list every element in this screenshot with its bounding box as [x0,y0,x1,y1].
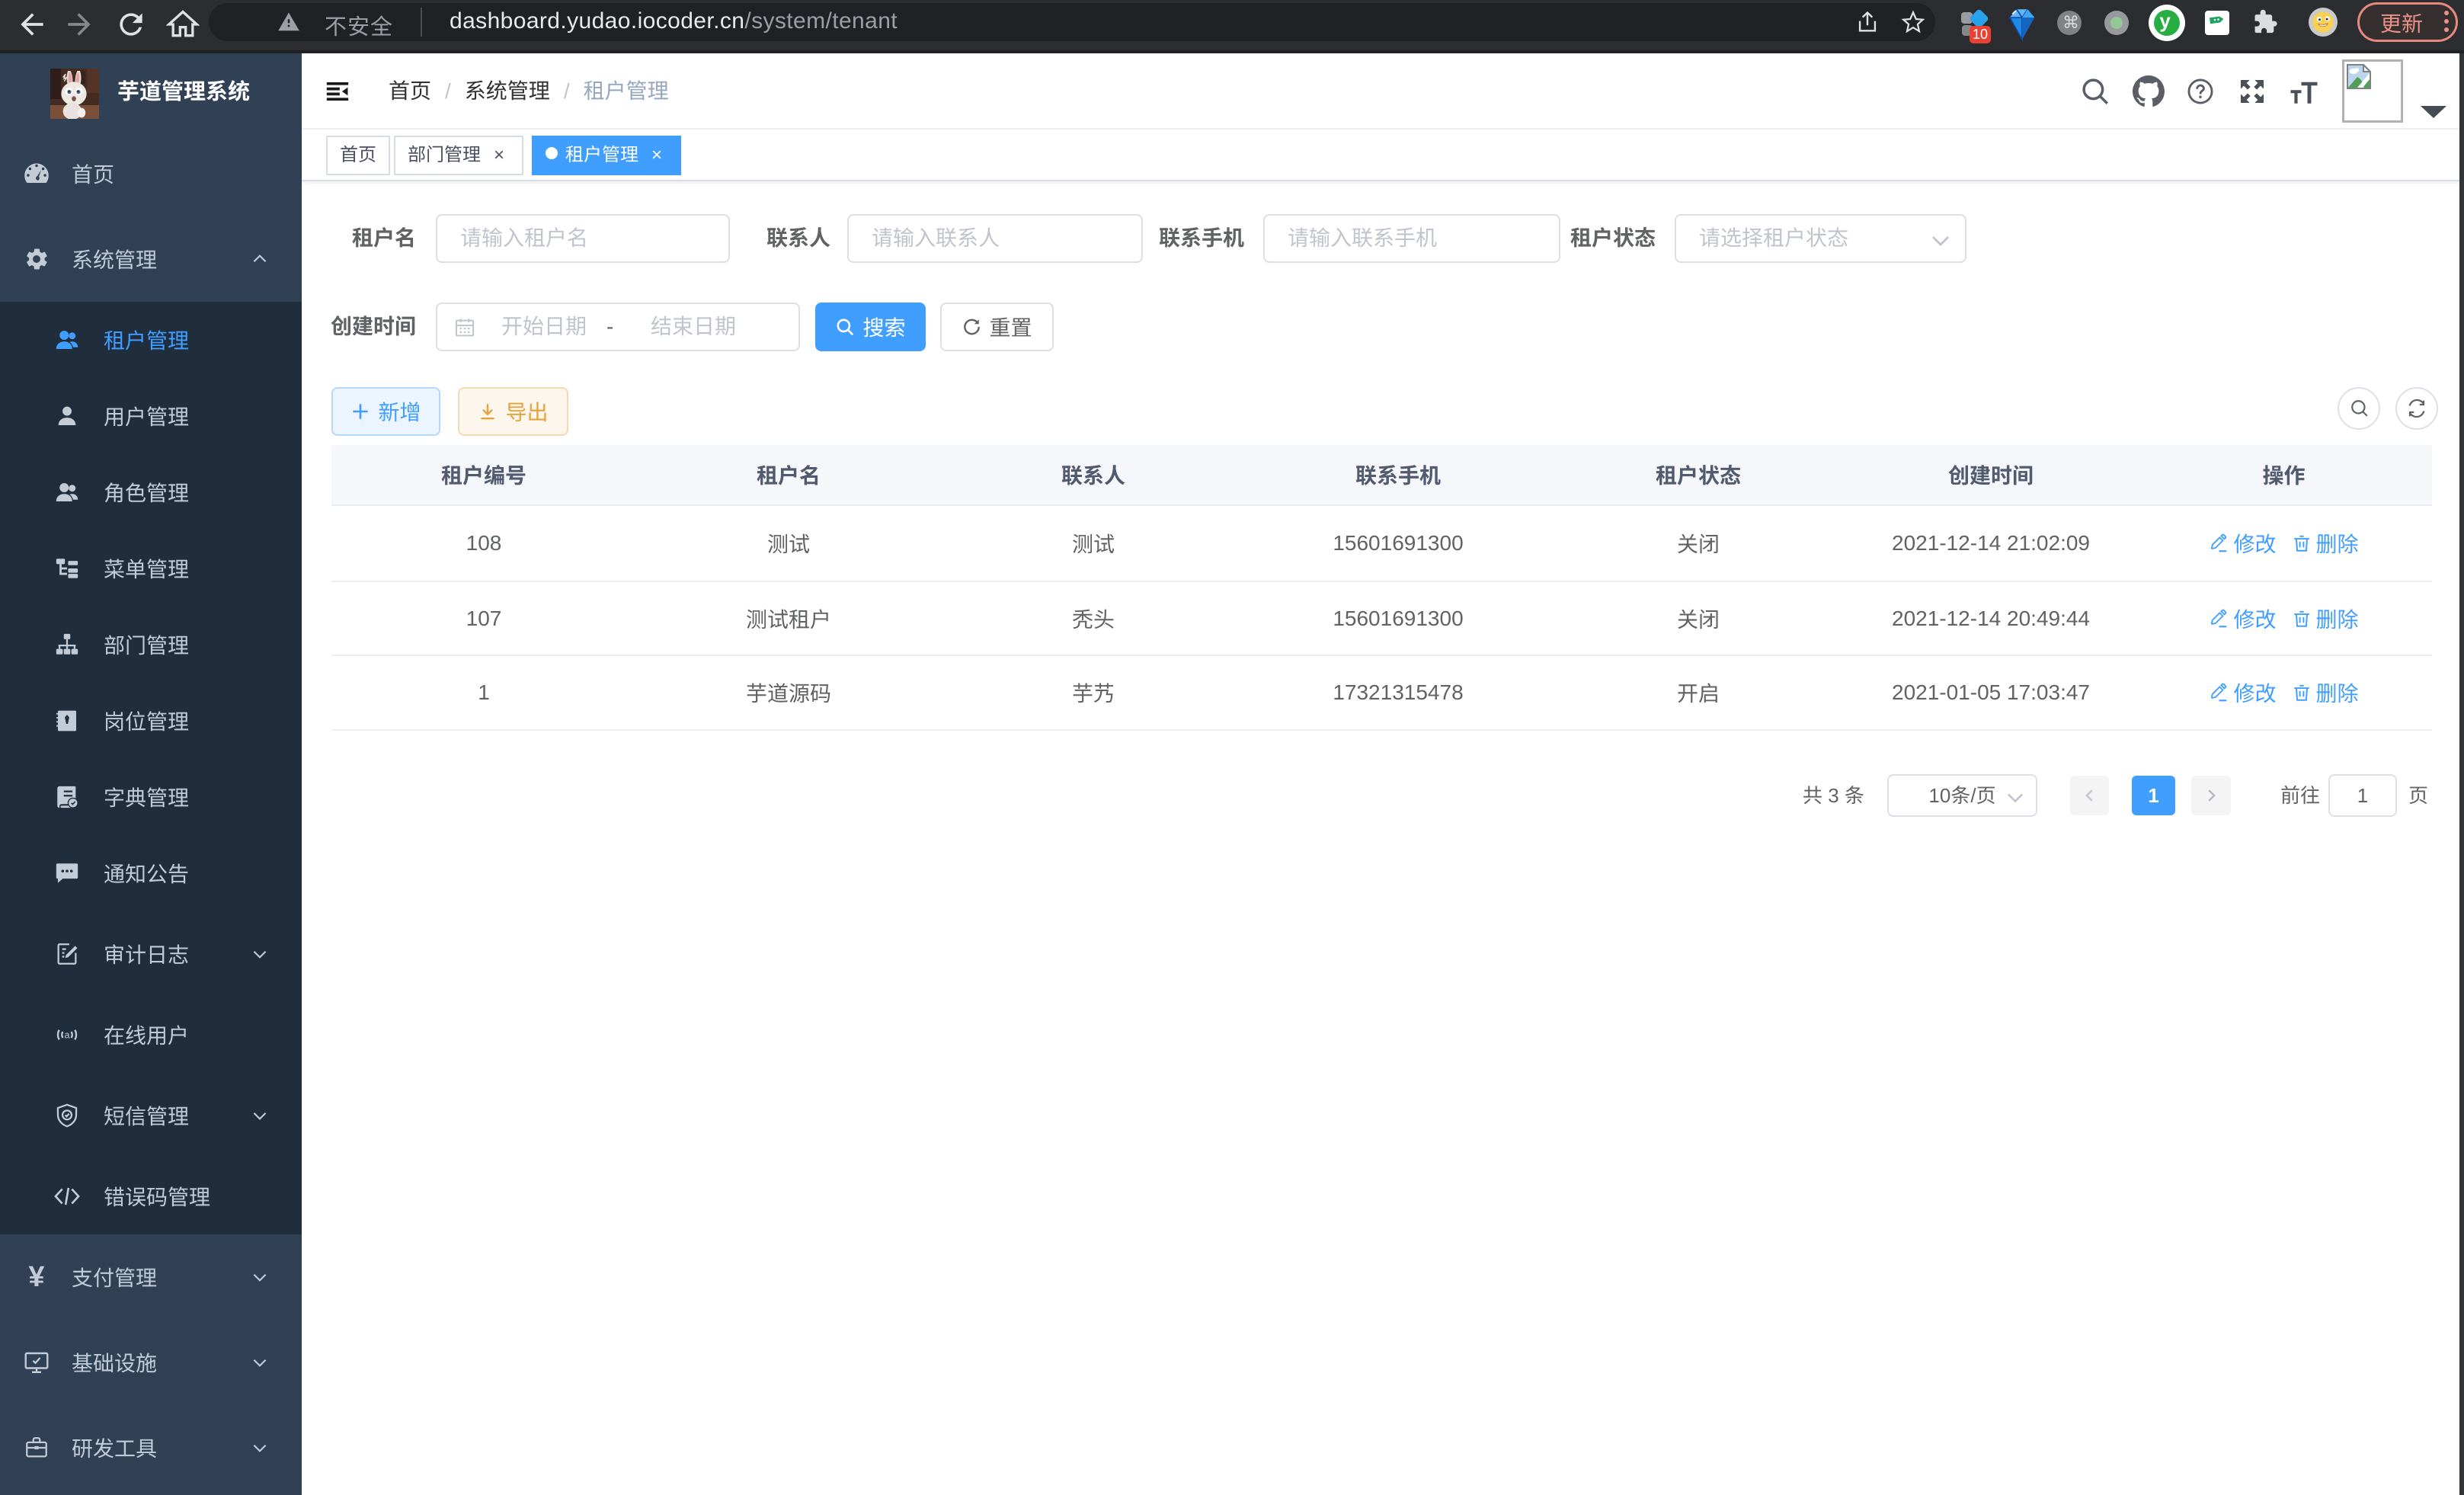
svg-text:a: a [64,1029,70,1040]
